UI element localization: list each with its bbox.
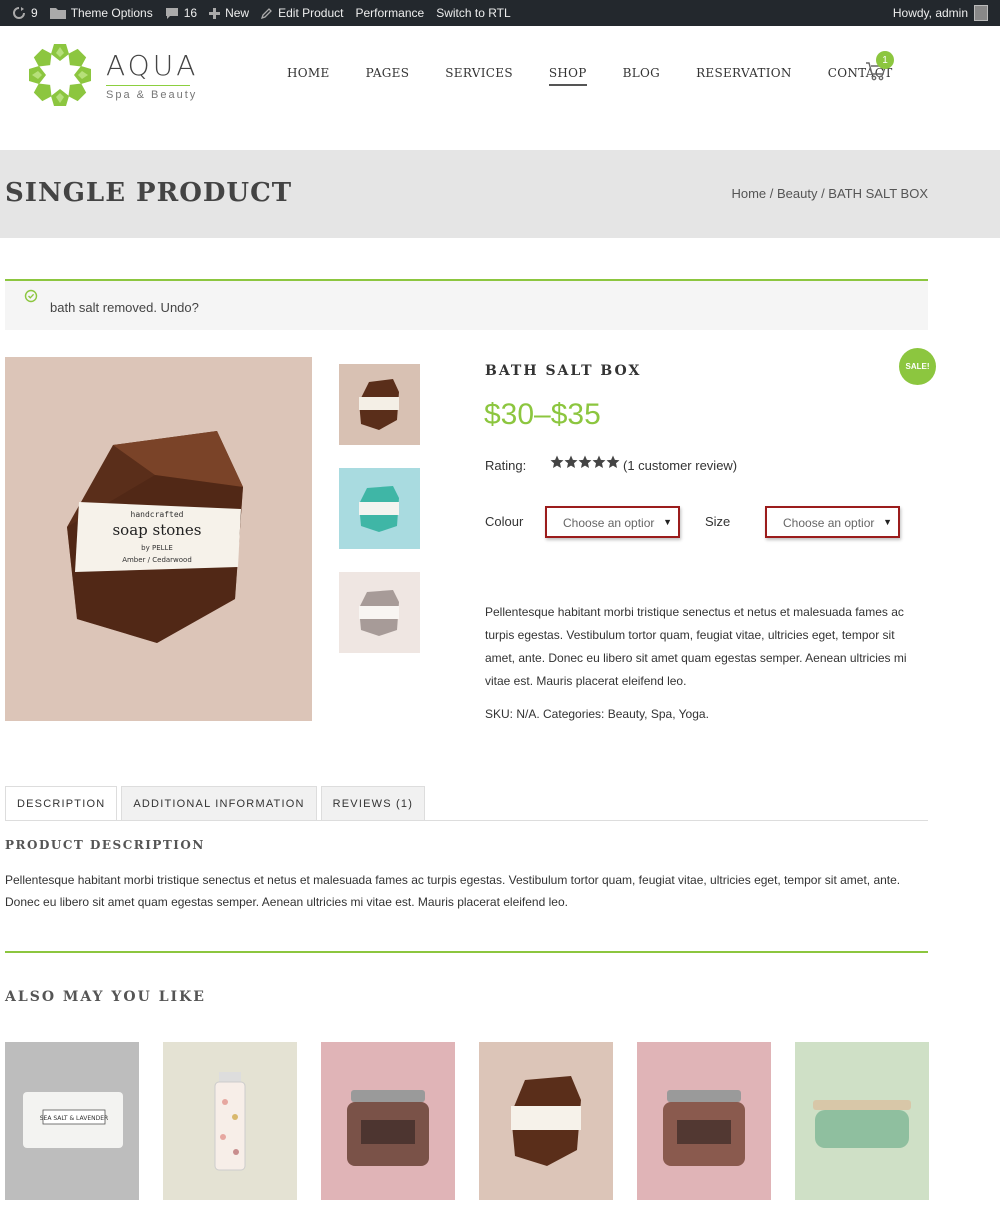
- product-tabs: DESCRIPTION ADDITIONAL INFORMATION REVIE…: [5, 786, 429, 821]
- admin-bar: 9 Theme Options 16 New Edit Product Perf…: [0, 0, 1000, 26]
- dropdown-arrow-icon: ▼: [883, 517, 892, 527]
- nav-reservation[interactable]: RESERVATION: [696, 66, 792, 80]
- nav-home[interactable]: HOME: [287, 66, 330, 80]
- switch-rtl-item[interactable]: Switch to RTL: [436, 6, 510, 20]
- related-tin-image: [813, 1100, 911, 1148]
- related-product-4[interactable]: [479, 1042, 613, 1200]
- logo-name: AQUA: [106, 48, 199, 82]
- soap-stone-image: handcrafted soap stones by PELLE Amber /…: [67, 431, 243, 643]
- new-item[interactable]: New: [209, 6, 249, 20]
- soap-label-small: handcrafted: [131, 510, 184, 519]
- star-icon: [592, 455, 606, 468]
- theme-options-label: Theme Options: [70, 6, 153, 20]
- cart-count-badge: 1: [876, 51, 894, 69]
- howdy-label: Howdy, admin: [892, 6, 968, 20]
- description-heading: PRODUCT DESCRIPTION: [5, 838, 205, 852]
- main-nav: HOME PAGES SERVICES SHOP BLOG RESERVATIO…: [287, 66, 929, 86]
- star-icon: [606, 455, 620, 468]
- star-icon: [578, 455, 592, 468]
- thumb-teal-soap-image: [359, 486, 399, 532]
- tab-divider: [5, 820, 928, 821]
- dropdown-arrow-icon: ▼: [663, 517, 672, 527]
- soap-label-brand: by PELLE: [141, 544, 173, 552]
- nav-services[interactable]: SERVICES: [445, 66, 513, 80]
- rating-label: Rating:: [485, 458, 527, 473]
- updates-count: 9: [31, 6, 38, 20]
- logo-tagline: Spa & Beauty: [106, 88, 198, 101]
- related-jar-image: [663, 1090, 745, 1166]
- related-bottle-image: [214, 1072, 246, 1171]
- switch-rtl-label: Switch to RTL: [436, 6, 511, 20]
- colour-select-value: Choose an optior: [563, 516, 655, 530]
- notice-text[interactable]: bath salt removed. Undo?: [50, 300, 199, 315]
- product-main-image[interactable]: handcrafted soap stones by PELLE Amber /…: [5, 357, 312, 721]
- related-heading: ALSO MAY YOU LIKE: [5, 989, 206, 1005]
- performance-label: Performance: [355, 6, 425, 20]
- related-jar-image: [347, 1090, 429, 1166]
- product-meta: SKU: N/A. Categories: Beauty, Spa, Yoga.: [485, 707, 709, 721]
- new-label: New: [225, 6, 250, 20]
- performance-item[interactable]: Performance: [355, 6, 424, 20]
- related-soap-label: SEA SALT & LAVENDER: [40, 1115, 108, 1122]
- edit-product-item[interactable]: Edit Product: [261, 6, 343, 20]
- comment-icon: [165, 8, 178, 19]
- star-rating: [550, 455, 620, 469]
- tab-additional-information[interactable]: ADDITIONAL INFORMATION: [121, 786, 317, 821]
- updates-item[interactable]: 9: [12, 6, 38, 20]
- review-link[interactable]: (1 customer review): [623, 458, 737, 473]
- pencil-icon: [261, 8, 273, 19]
- related-soap-bar-image: SEA SALT & LAVENDER: [23, 1092, 123, 1148]
- plus-icon: [209, 7, 221, 19]
- avatar: [974, 5, 988, 21]
- colour-label: Colour: [485, 514, 524, 529]
- site-logo[interactable]: AQUA Spa & Beauty: [26, 41, 198, 109]
- short-description: Pellentesque habitant morbi tristique se…: [485, 605, 907, 688]
- breadcrumb[interactable]: Home / Beauty / BATH SALT BOX: [731, 186, 928, 201]
- related-product-6[interactable]: [795, 1042, 929, 1200]
- account-menu[interactable]: Howdy, admin: [893, 0, 988, 26]
- logo-divider: [106, 84, 190, 86]
- soap-label-scent: Amber / Cedarwood: [122, 556, 192, 564]
- nav-blog[interactable]: BLOG: [623, 66, 660, 80]
- size-label: Size: [705, 514, 731, 529]
- colour-select[interactable]: Choose an optior ▼: [545, 506, 680, 538]
- folder-icon: [49, 8, 66, 19]
- nav-shop[interactable]: SHOP: [548, 66, 587, 86]
- related-product-5[interactable]: [637, 1042, 771, 1200]
- star-icon: [550, 455, 564, 468]
- size-select[interactable]: Choose an optior ▼: [765, 506, 900, 538]
- size-select-value: Choose an optior: [783, 516, 875, 530]
- refresh-icon: [13, 7, 25, 19]
- product-title: BATH SALT BOX: [485, 363, 642, 379]
- tab-description[interactable]: DESCRIPTION: [5, 786, 118, 821]
- theme-options-item[interactable]: Theme Options: [49, 6, 153, 20]
- related-product-3[interactable]: [321, 1042, 455, 1200]
- comments-count: 16: [183, 6, 198, 20]
- thumb-grey-soap-image: [359, 590, 399, 636]
- edit-product-label: Edit Product: [278, 6, 344, 20]
- thumb-brown-soap-image: [359, 379, 399, 430]
- star-icon: [564, 455, 578, 468]
- related-soap-stone-image: [511, 1076, 581, 1166]
- lotus-logo-icon: [29, 44, 91, 106]
- page-title: SINGLE PRODUCT: [5, 178, 293, 208]
- soap-label-big: soap stones: [112, 521, 201, 539]
- description-body: Pellentesque habitant morbi tristique se…: [5, 873, 901, 909]
- sale-badge: SALE!: [899, 348, 936, 385]
- check-circle-icon: [24, 289, 38, 303]
- nav-pages[interactable]: PAGES: [366, 66, 410, 80]
- section-divider: [5, 951, 928, 953]
- tab-reviews[interactable]: REVIEWS (1): [320, 786, 426, 821]
- thumbnail-1[interactable]: [339, 364, 420, 445]
- related-product-2[interactable]: [163, 1042, 297, 1200]
- comments-item[interactable]: 16: [165, 6, 197, 20]
- thumbnail-2[interactable]: [339, 468, 420, 549]
- thumbnail-3[interactable]: [339, 572, 420, 653]
- product-price: $30–$35: [484, 398, 601, 431]
- related-product-1[interactable]: SEA SALT & LAVENDER: [5, 1042, 139, 1200]
- cart-notice: bath salt removed. Undo?: [5, 279, 928, 330]
